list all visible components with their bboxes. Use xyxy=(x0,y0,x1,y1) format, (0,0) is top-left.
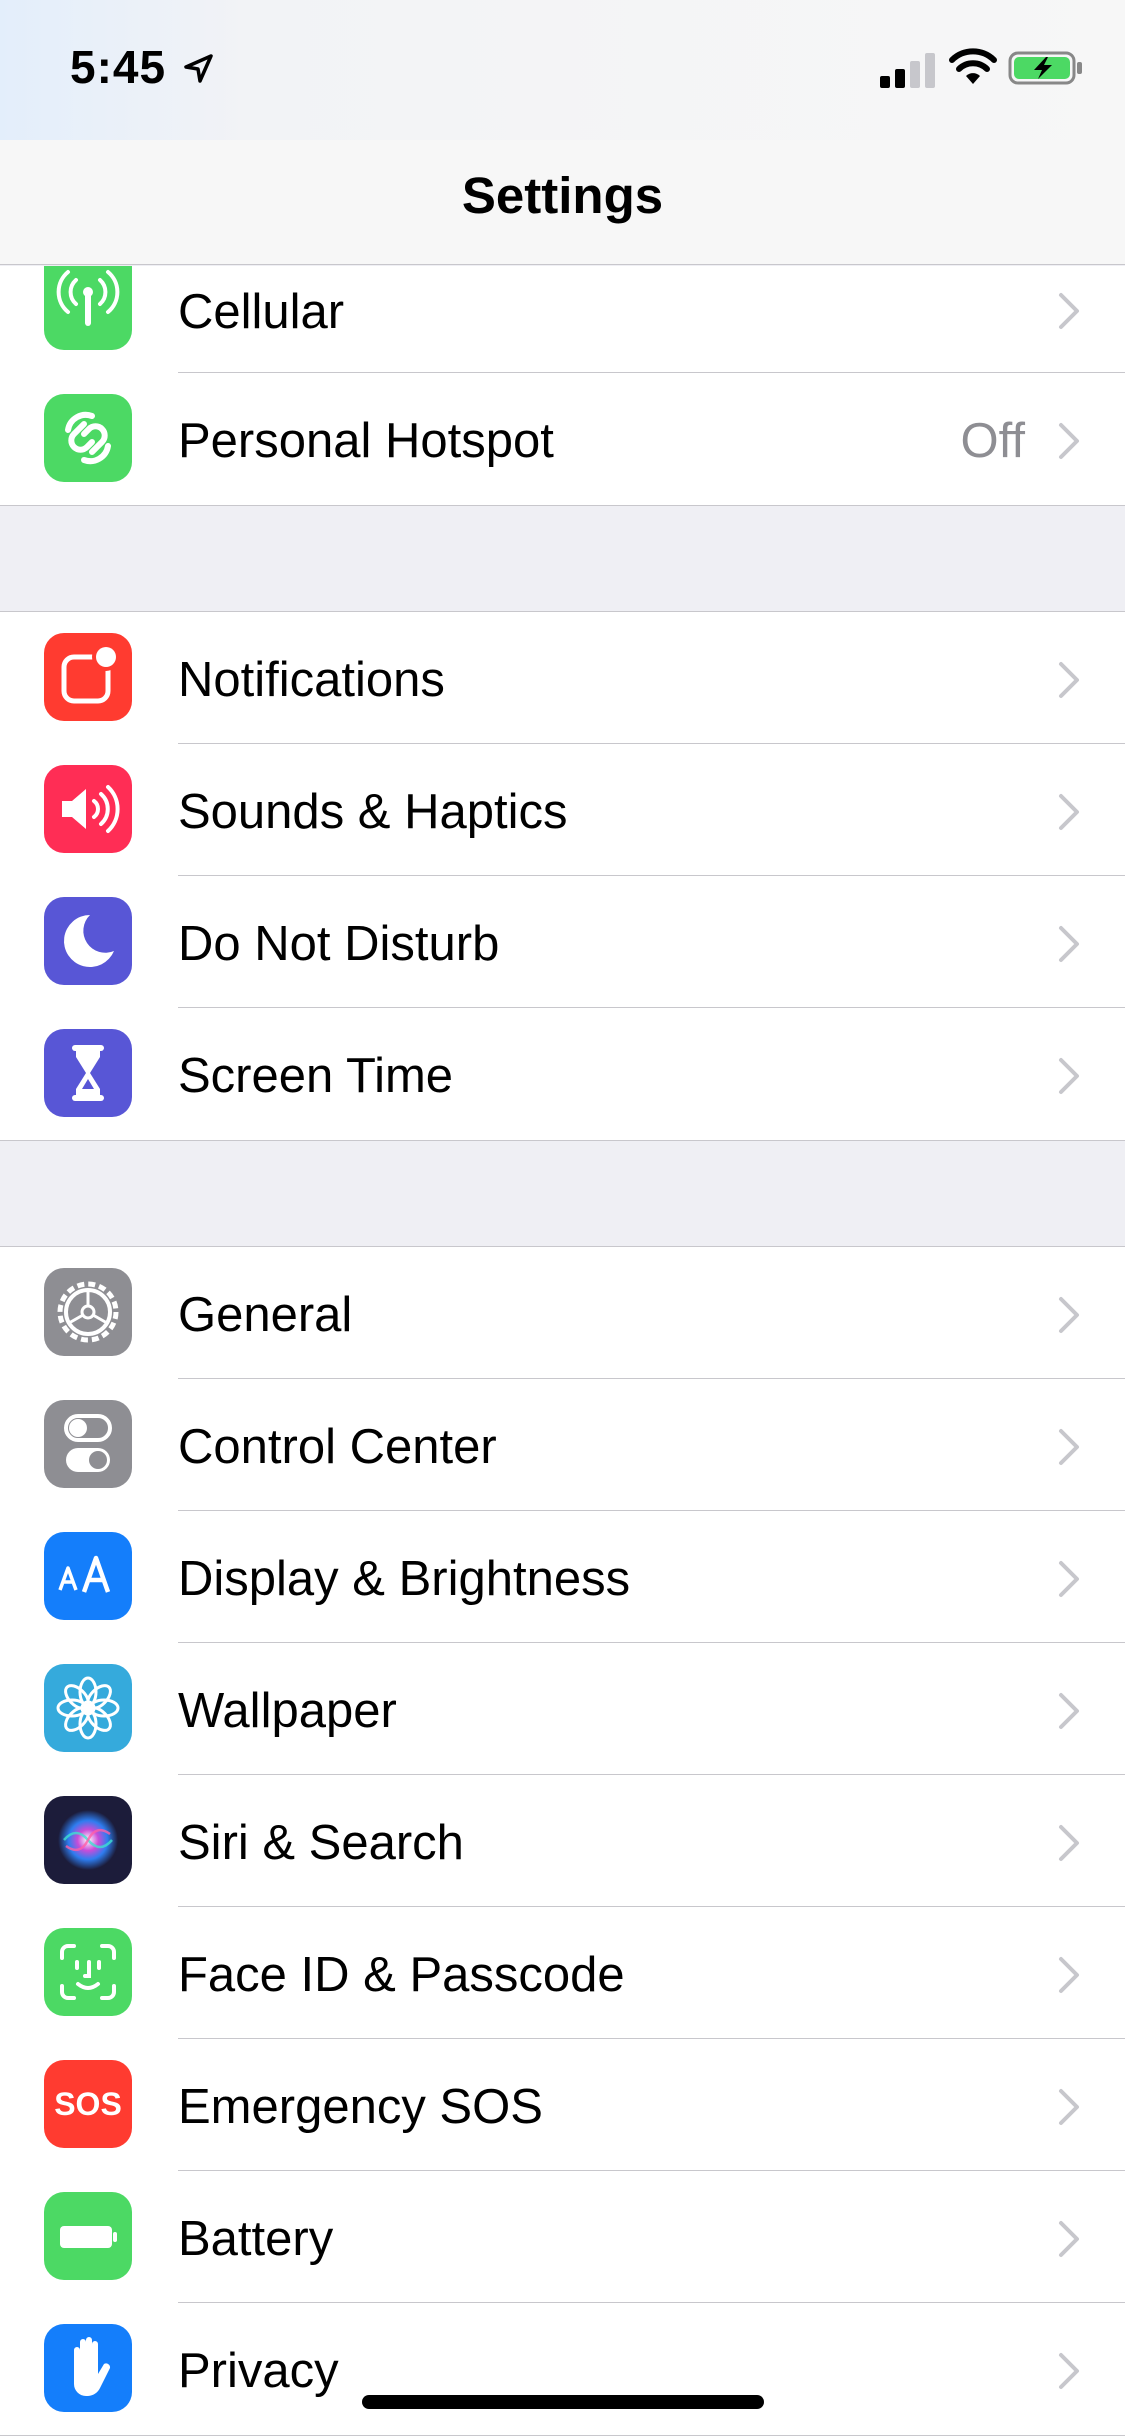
notifications-icon xyxy=(44,633,132,721)
settings-row-label: Display & Brightness xyxy=(178,1552,631,1606)
moon-icon xyxy=(44,897,132,985)
gear-icon xyxy=(44,1268,132,1356)
settings-row-display-brightness[interactable]: Display & Brightness xyxy=(0,1511,1125,1643)
settings-row-control-center[interactable]: Control Center xyxy=(0,1379,1125,1511)
status-time: 5:45 xyxy=(70,41,167,93)
sos-icon-text: SOS xyxy=(54,2086,122,2122)
chevron-right-icon xyxy=(1059,2221,1079,2257)
settings-group-connectivity: Cellular Personal Hotspot Off xyxy=(0,266,1125,506)
settings-row-notifications[interactable]: Notifications xyxy=(0,612,1125,744)
chevron-right-icon xyxy=(1059,662,1079,698)
chevron-right-icon xyxy=(1059,2089,1079,2125)
cellular-icon xyxy=(44,266,132,350)
battery-setting-icon xyxy=(44,2192,132,2280)
settings-row-screen-time[interactable]: Screen Time xyxy=(0,1008,1125,1140)
toggles-icon xyxy=(44,1400,132,1488)
chevron-right-icon xyxy=(1059,1058,1079,1094)
hourglass-icon xyxy=(44,1029,132,1117)
settings-row-label: Battery xyxy=(178,2212,334,2266)
chevron-right-icon xyxy=(1059,1693,1079,1729)
wifi-icon xyxy=(949,48,997,84)
chevron-right-icon xyxy=(1059,1429,1079,1465)
chevron-right-icon xyxy=(1059,1561,1079,1597)
battery-charging-icon xyxy=(1008,51,1082,85)
settings-row-label: Emergency SOS xyxy=(178,2080,543,2134)
settings-row-label: Do Not Disturb xyxy=(178,917,500,971)
settings-group-notifications: Notifications Sounds & Haptics Do Not Di… xyxy=(0,611,1125,1141)
settings-row-sounds-haptics[interactable]: Sounds & Haptics xyxy=(0,744,1125,876)
section-gap xyxy=(0,506,1125,611)
chevron-right-icon xyxy=(1059,1825,1079,1861)
settings-row-siri-search[interactable]: Siri & Search xyxy=(0,1775,1125,1907)
settings-row-privacy[interactable]: Privacy xyxy=(0,2303,1125,2435)
chevron-right-icon xyxy=(1059,926,1079,962)
siri-icon xyxy=(44,1796,132,1884)
settings-row-do-not-disturb[interactable]: Do Not Disturb xyxy=(0,876,1125,1008)
hand-icon xyxy=(44,2324,132,2412)
settings-row-label: Siri & Search xyxy=(178,1816,464,1870)
page-title: Settings xyxy=(461,167,664,224)
settings-row-label: Sounds & Haptics xyxy=(178,785,568,839)
chevron-right-icon xyxy=(1059,794,1079,830)
settings-row-value: Off xyxy=(960,414,1025,468)
location-arrow-icon xyxy=(184,54,213,83)
settings-row-emergency-sos[interactable]: SOS Emergency SOS xyxy=(0,2039,1125,2171)
settings-list: Cellular Personal Hotspot Off Notificati… xyxy=(0,266,1125,2436)
settings-group-general: General Control Center Display & Brightn… xyxy=(0,1246,1125,2436)
flower-icon xyxy=(44,1664,132,1752)
settings-row-label: Personal Hotspot xyxy=(178,414,554,468)
cellular-signal-icon xyxy=(880,53,935,88)
navigation-bar: Settings xyxy=(0,140,1125,265)
settings-row-label: Face ID & Passcode xyxy=(178,1948,625,2002)
hotspot-icon xyxy=(44,394,132,482)
section-gap xyxy=(0,1141,1125,1246)
settings-row-wallpaper[interactable]: Wallpaper xyxy=(0,1643,1125,1775)
settings-row-cellular[interactable]: Cellular xyxy=(0,266,1125,373)
sos-icon: SOS xyxy=(44,2060,132,2148)
chevron-right-icon xyxy=(1059,423,1079,459)
settings-row-label: Control Center xyxy=(178,1420,497,1474)
settings-row-general[interactable]: General xyxy=(0,1247,1125,1379)
settings-row-label: Screen Time xyxy=(178,1049,454,1103)
chevron-right-icon xyxy=(1059,293,1079,329)
chevron-right-icon xyxy=(1059,1957,1079,1993)
face-id-icon xyxy=(44,1928,132,2016)
settings-row-label: Wallpaper xyxy=(178,1684,397,1738)
status-bar: 5:45 xyxy=(0,0,1125,140)
chevron-right-icon xyxy=(1059,2353,1079,2389)
settings-row-label: Notifications xyxy=(178,653,445,707)
chevron-right-icon xyxy=(1059,1297,1079,1333)
home-indicator[interactable] xyxy=(362,2395,764,2409)
settings-row-label: Cellular xyxy=(178,285,345,339)
settings-row-personal-hotspot[interactable]: Personal Hotspot Off xyxy=(0,373,1125,505)
text-size-icon xyxy=(44,1532,132,1620)
speaker-icon xyxy=(44,765,132,853)
settings-row-face-id-passcode[interactable]: Face ID & Passcode xyxy=(0,1907,1125,2039)
settings-row-label: General xyxy=(178,1288,353,1342)
settings-row-battery[interactable]: Battery xyxy=(0,2171,1125,2303)
settings-row-label: Privacy xyxy=(178,2344,339,2398)
